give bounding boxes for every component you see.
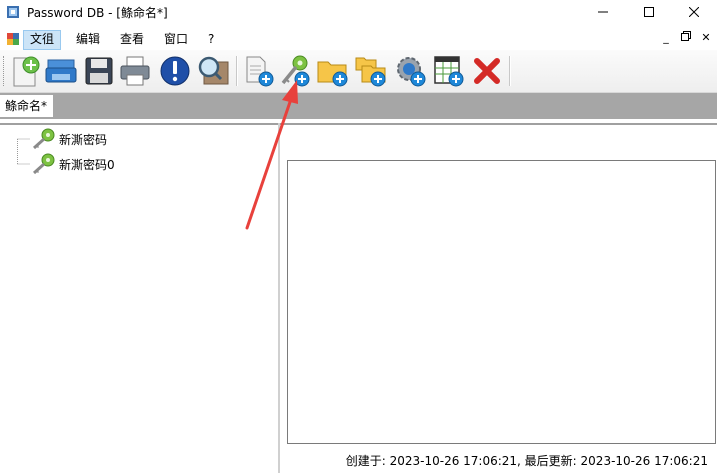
toolbar-separator (509, 56, 511, 86)
menu-edit[interactable]: 编辑 (70, 30, 106, 48)
add-entry-page-icon[interactable] (242, 54, 276, 88)
toolbar-separator (236, 56, 238, 86)
info-icon[interactable] (158, 54, 192, 88)
app-icon (7, 6, 19, 18)
menu-help[interactable]: ? (202, 30, 220, 48)
maximize-button[interactable] (626, 0, 672, 24)
window-title: Password DB - [鲦命名*] (27, 6, 168, 20)
detail-header-area (280, 123, 717, 161)
save-icon[interactable] (82, 54, 116, 88)
tab-document[interactable]: 鲦命名* (0, 95, 54, 117)
toolbar (0, 50, 717, 93)
close-button[interactable] (671, 0, 717, 24)
add-folder-icon[interactable] (316, 54, 350, 88)
print-icon[interactable] (118, 54, 152, 88)
minimize-button[interactable] (580, 0, 626, 24)
mdi-restore-button[interactable] (678, 31, 694, 44)
open-database-icon[interactable] (44, 54, 78, 88)
new-database-icon[interactable] (8, 54, 42, 88)
pane-splitter[interactable] (278, 123, 280, 473)
menu-file[interactable]: 文徂 (23, 30, 62, 50)
entry-tree[interactable]: 新澌密码 新澌密码0 (0, 123, 278, 475)
maximize-icon (644, 7, 654, 17)
add-settings-icon[interactable] (394, 54, 428, 88)
tree-item-label: 新澌密码0 (59, 158, 115, 172)
search-icon[interactable] (196, 54, 230, 88)
menu-view[interactable]: 查看 (114, 30, 150, 48)
delete-icon[interactable] (470, 54, 504, 88)
timestamps-status: 创建于: 2023-10-26 17:06:21, 最后更新: 2023-10-… (345, 454, 708, 468)
add-table-icon[interactable] (432, 54, 466, 88)
menu-bar: 文徂 编辑 查看 窗口 ? _ ✕ (0, 28, 717, 50)
add-password-key-icon[interactable] (278, 54, 312, 88)
key-icon (32, 153, 55, 175)
menu-window[interactable]: 窗口 (158, 30, 194, 48)
restore-icon (681, 31, 691, 41)
document-tab-strip: 鲦命名* (0, 93, 717, 119)
minimize-icon (598, 11, 608, 13)
key-icon (32, 128, 55, 150)
close-icon (689, 7, 699, 17)
title-bar: Password DB - [鲦命名*] (0, 0, 717, 24)
mdi-close-button[interactable]: ✕ (698, 31, 714, 44)
mdi-minimize-button[interactable]: _ (658, 31, 674, 44)
notes-textarea[interactable] (287, 160, 716, 444)
toolbar-grip[interactable] (3, 56, 7, 86)
tree-item-label: 新澌密码 (59, 133, 108, 147)
tree-item[interactable]: 新澌密码 (30, 128, 230, 150)
tree-item[interactable]: 新澌密码0 (30, 153, 230, 175)
add-subfolder-icon[interactable] (354, 54, 388, 88)
document-icon[interactable] (6, 32, 20, 46)
